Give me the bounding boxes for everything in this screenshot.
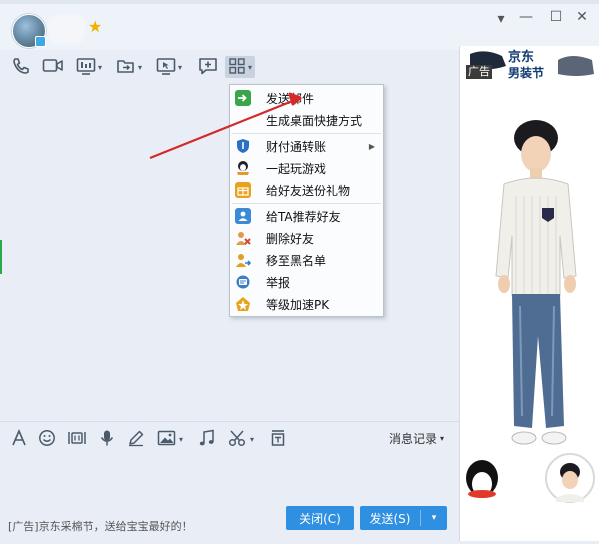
menu-item-tenpay-transfer[interactable]: 财付通转账 ▶ (230, 135, 383, 157)
chevron-down-icon: ▾ (248, 62, 253, 72)
image-icon (157, 429, 177, 450)
delete-friend-icon (235, 230, 251, 246)
screen-share-icon (76, 56, 96, 79)
voice-message-button[interactable] (99, 430, 115, 448)
level-pk-icon (235, 296, 251, 312)
close-button-label: 关闭(C) (299, 511, 341, 526)
menu-item-blacklist[interactable]: 移至黑名单 (230, 249, 383, 271)
file-transfer-button[interactable]: ▾ (116, 56, 142, 78)
message-history-button[interactable]: 消息记录 ▾ (389, 430, 444, 447)
gif-icon (66, 429, 88, 450)
chevron-down-icon: ▾ (179, 434, 184, 444)
apps-context-menu: 发送邮件 生成桌面快捷方式 财付通转账 ▶ 一起玩游戏 给好友送份礼物 给TA推… (229, 84, 384, 317)
screen-share-button[interactable]: ▾ (76, 56, 102, 78)
emoji-button[interactable] (38, 429, 56, 450)
save-icon (270, 429, 286, 450)
menu-item-label: 生成桌面快捷方式 (266, 113, 363, 128)
scissors-icon (228, 429, 248, 450)
video-call-button[interactable] (42, 56, 64, 78)
chevron-down-icon: ▾ (98, 62, 103, 72)
menu-item-label: 给TA推荐好友 (266, 209, 341, 224)
menu-item-label: 移至黑名单 (266, 253, 327, 268)
menu-item-delete-friend[interactable]: 删除好友 (230, 227, 383, 249)
menu-item-send-email[interactable]: 发送邮件 (230, 87, 383, 109)
chevron-down-icon: ▾ (178, 62, 183, 72)
vip-star-icon[interactable]: ★ (88, 19, 102, 35)
apps-menu-button[interactable]: ▾ (225, 56, 256, 78)
pen-icon (127, 429, 145, 450)
top-strip (0, 0, 599, 4)
handwriting-button[interactable] (127, 430, 145, 448)
status-badge-icon (35, 36, 46, 47)
input-divider (0, 421, 459, 422)
recommend-friend-icon (235, 208, 251, 224)
save-button[interactable] (270, 429, 286, 450)
ad-brand: 京东 (508, 50, 535, 65)
ad-model-illustration (466, 51, 595, 503)
video-call-icon (42, 56, 64, 79)
menu-item-label: 删除好友 (266, 231, 315, 246)
chevron-down-icon: ▾ (440, 434, 445, 443)
new-message-button[interactable] (198, 56, 218, 78)
menu-item-report[interactable]: 举报 (230, 271, 383, 293)
apps-grid-icon (228, 57, 246, 78)
remote-assist-button[interactable]: ▾ (156, 56, 182, 78)
voice-call-button[interactable] (11, 56, 31, 78)
window-menu-button[interactable]: ▾ (493, 12, 509, 26)
menu-item-level-pk[interactable]: 等级加速PK (230, 293, 383, 315)
menu-item-desktop-shortcut[interactable]: 生成桌面快捷方式 (230, 109, 383, 131)
left-edge-indicator (0, 240, 2, 274)
shield-icon (235, 138, 251, 154)
bottom-ad-link[interactable]: [广告]京东采棉节，送给宝宝最好的！ (8, 518, 193, 534)
image-button[interactable]: ▾ (157, 430, 183, 448)
minimize-button[interactable]: — (518, 10, 534, 24)
submenu-arrow-icon: ▶ (368, 141, 375, 151)
blacklist-icon (235, 252, 251, 268)
ad-label: 广告 (466, 65, 492, 79)
close-button[interactable]: 关闭(C) (286, 506, 354, 530)
phone-icon (11, 56, 31, 79)
menu-item-label: 发送邮件 (266, 91, 315, 106)
maximize-button[interactable]: ☐ (548, 10, 564, 24)
menu-item-send-gift[interactable]: 给好友送份礼物 (230, 179, 383, 201)
game-icon (235, 160, 251, 176)
close-window-button[interactable]: ✕ (574, 10, 590, 24)
report-icon (235, 274, 251, 290)
menu-separator (232, 203, 381, 204)
font-icon (10, 428, 28, 450)
file-transfer-icon (116, 56, 136, 79)
ad-panel[interactable] (459, 46, 599, 541)
remote-assist-icon (156, 56, 176, 79)
gift-icon (235, 182, 251, 198)
send-button[interactable]: 发送(S) ▾ (360, 506, 447, 530)
font-button[interactable] (10, 428, 28, 450)
contact-name-blurred (48, 14, 86, 44)
emoji-icon (38, 429, 56, 450)
music-icon (198, 429, 216, 450)
message-icon (198, 56, 218, 79)
menu-item-recommend-friend[interactable]: 给TA推荐好友 (230, 205, 383, 227)
send-options-dropdown[interactable]: ▾ (421, 513, 447, 523)
menu-item-label: 财付通转账 (266, 139, 327, 154)
ad-slogan: 男装节 (508, 66, 545, 80)
menu-item-label: 举报 (266, 275, 291, 290)
send-button-label: 发送(S) (369, 511, 411, 526)
email-icon (235, 90, 251, 106)
menu-item-play-game[interactable]: 一起玩游戏 (230, 157, 383, 179)
menu-item-label: 等级加速PK (266, 297, 330, 312)
screenshot-button[interactable]: ▾ (228, 429, 255, 450)
history-label: 消息记录 (389, 432, 438, 446)
music-button[interactable] (198, 429, 216, 450)
menu-item-label: 一起玩游戏 (266, 161, 327, 176)
voice-icon (99, 429, 115, 450)
gif-button[interactable] (66, 430, 88, 448)
chevron-down-icon: ▾ (250, 434, 255, 444)
menu-item-label: 给好友送份礼物 (266, 183, 351, 198)
chevron-down-icon: ▾ (138, 62, 143, 72)
menu-separator (232, 133, 381, 134)
